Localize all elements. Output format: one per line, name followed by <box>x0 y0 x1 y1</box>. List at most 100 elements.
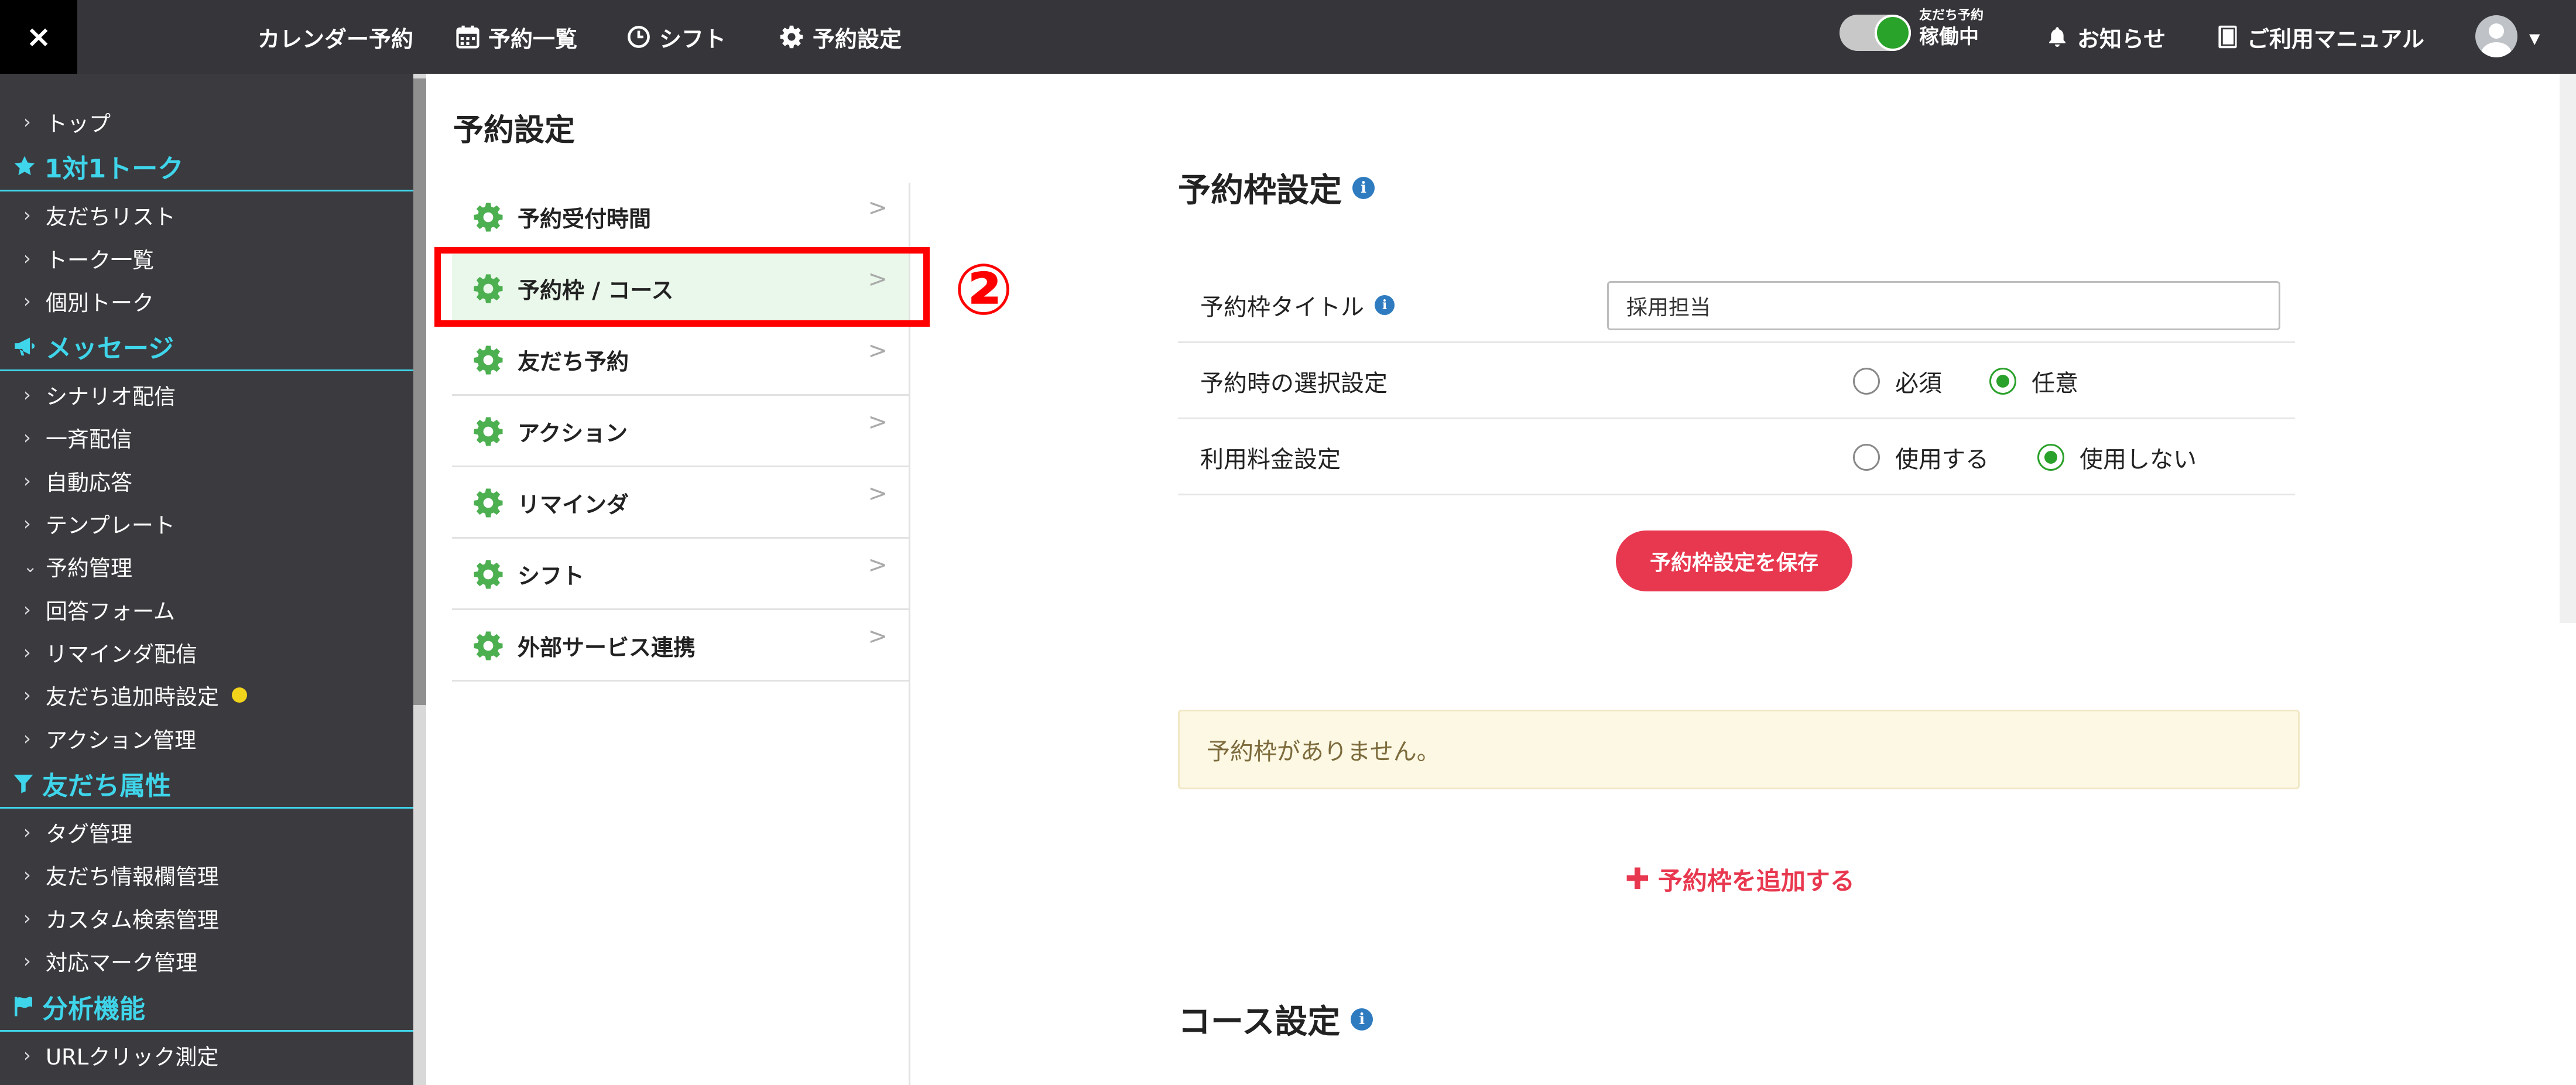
menu-item-reminder[interactable]: リマインダ > <box>452 468 910 539</box>
selection-setting-row: 予約時の選択設定 必須 任意 <box>1178 343 2295 419</box>
sidebar-item-action-management[interactable]: › アクション管理 <box>0 718 413 759</box>
sidebar-item-broadcast[interactable]: › 一斉配信 <box>0 417 413 458</box>
menu-item-label: シフト <box>518 563 585 589</box>
save-slot-settings-button[interactable]: 予約枠設定を保存 <box>1616 530 1852 591</box>
radio-label: 必須 <box>1895 370 1942 397</box>
chevron-right-icon: › <box>23 598 31 621</box>
sidebar-item-label: アクション管理 <box>46 728 197 753</box>
sidebar-item-friend-info-fields[interactable]: › 友だち情報欄管理 <box>0 854 413 895</box>
info-icon[interactable]: i <box>1375 295 1395 315</box>
manual-label: ご利用マニュアル <box>2247 26 2424 52</box>
course-settings-title: コース設定 i <box>1178 995 1373 1043</box>
sidebar-item-scenario[interactable]: › シナリオ配信 <box>0 374 413 415</box>
radio-label: 使用しない <box>2080 446 2197 473</box>
slot-settings-title-text: 予約枠設定 <box>1178 172 1342 210</box>
chevron-down-icon[interactable]: ▼ <box>2529 30 2540 47</box>
sidebar-scrollbar[interactable] <box>413 74 426 1085</box>
chevron-right-icon: > <box>868 552 888 579</box>
radio-optional[interactable]: 任意 <box>1989 343 2078 419</box>
slot-title-input[interactable] <box>1607 281 2280 330</box>
sidebar-item-talk-list[interactable]: › トーク一覧 <box>0 238 413 279</box>
nav-calendar-booking[interactable]: カレンダー予約 <box>258 0 413 74</box>
new-badge <box>232 687 247 703</box>
book-icon <box>2218 25 2237 49</box>
sidebar-item-response-marks[interactable]: › 対応マーク管理 <box>0 940 413 981</box>
user-icon <box>2481 23 2512 57</box>
manual-link[interactable]: ご利用マニュアル <box>2217 0 2424 74</box>
sidebar-item-top[interactable]: › トップ <box>0 101 413 142</box>
sidebar-item-individual-talk[interactable]: › 個別トーク <box>0 280 413 321</box>
info-icon[interactable]: i <box>1351 1008 1373 1031</box>
info-icon[interactable]: i <box>1352 176 1375 199</box>
sidebar-section-title: 友だち属性 <box>42 771 171 801</box>
chevron-right-icon: › <box>23 821 31 843</box>
nav-shift[interactable]: シフト <box>626 0 726 74</box>
gear-icon <box>474 417 503 446</box>
gear-icon <box>474 203 503 231</box>
sidebar-item-reminder[interactable]: › リマインダ配信 <box>0 632 413 673</box>
chevron-right-icon: › <box>23 907 31 929</box>
menu-item-action[interactable]: アクション > <box>452 397 910 467</box>
notifications-link[interactable]: お知らせ <box>2046 0 2166 74</box>
booking-status-caption: 友だち予約 <box>1919 8 1984 23</box>
chevron-right-icon: › <box>23 290 31 312</box>
sidebar-item-friend-list[interactable]: › 友だちリスト <box>0 194 413 235</box>
main-scrollbar[interactable] <box>2560 74 2576 623</box>
radio-circle-unchecked[interactable] <box>1853 368 1880 395</box>
chevron-right-icon: › <box>23 684 31 706</box>
menu-item-label: 外部サービス連携 <box>518 635 696 660</box>
menu-item-shift[interactable]: シフト > <box>452 540 910 610</box>
sidebar-item-custom-search[interactable]: › カスタム検索管理 <box>0 898 413 939</box>
avatar[interactable] <box>2475 15 2517 57</box>
radio-no-fee[interactable]: 使用しない <box>2037 419 2197 495</box>
menu-item-reception-hours[interactable]: 予約受付時間 > <box>452 183 910 253</box>
nav-booking-settings[interactable]: 予約設定 <box>779 0 902 74</box>
nav-booking-list-label: 予約一覧 <box>488 26 578 52</box>
gear-icon <box>780 25 803 49</box>
close-icon: × <box>26 19 52 54</box>
menu-item-label: 予約受付時間 <box>518 206 652 232</box>
chevron-right-icon: › <box>23 426 31 449</box>
nav-booking-settings-label: 予約設定 <box>813 26 902 52</box>
sidebar-item-label: リマインダ配信 <box>46 642 197 667</box>
sidebar-item-label: 一斉配信 <box>46 427 132 452</box>
slot-title-label-text: 予約枠タイトル <box>1200 294 1364 321</box>
empty-slots-notice: 予約枠がありません。 <box>1178 710 2300 789</box>
radio-circle-checked[interactable] <box>1989 368 2016 395</box>
sidebar-item-url-click[interactable]: › URLクリック測定 <box>0 1035 413 1076</box>
sidebar-section-title: 1対1トーク <box>44 153 184 184</box>
radio-label: 任意 <box>2032 370 2078 397</box>
sidebar-section-analytics: 分析機能 <box>0 983 413 1032</box>
sidebar-item-label: カスタム検索管理 <box>46 908 219 933</box>
menu-item-label: アクション <box>518 420 628 446</box>
add-slot-link[interactable]: ✚ 予約枠を追加する <box>1625 858 1855 899</box>
filter-icon <box>13 774 33 793</box>
chevron-down-icon: ⌄ <box>23 556 37 576</box>
menu-item-friend-booking[interactable]: 友だち予約 > <box>452 326 910 396</box>
slot-title-label: 予約枠タイトル i <box>1200 267 1395 343</box>
radio-circle-checked[interactable] <box>2037 444 2064 471</box>
add-slot-label: 予約枠を追加する <box>1657 866 1855 895</box>
sidebar-item-label: シナリオ配信 <box>46 384 176 409</box>
sidebar-item-friend-add-settings[interactable]: › 友だち追加時設定 <box>0 675 413 716</box>
close-button[interactable]: × <box>0 0 77 74</box>
sidebar-item-auto-reply[interactable]: › 自動応答 <box>0 460 413 501</box>
radio-use-fee[interactable]: 使用する <box>1853 419 1989 495</box>
booking-status-toggle[interactable] <box>1839 15 1911 51</box>
sidebar-item-tag-management[interactable]: › タグ管理 <box>0 812 413 853</box>
sidebar-item-template[interactable]: › テンプレート <box>0 503 413 544</box>
booking-status: 友だち予約 稼働中 <box>1919 9 1984 47</box>
sidebar-item-answer-form[interactable]: › 回答フォーム <box>0 589 413 630</box>
nav-booking-list[interactable]: 予約一覧 <box>455 0 577 74</box>
radio-required[interactable]: 必須 <box>1853 343 1942 419</box>
menu-item-external-services[interactable]: 外部サービス連携 > <box>452 611 910 682</box>
sidebar-item-booking-management[interactable]: ⌄ 予約管理 <box>0 546 413 587</box>
sidebar-item-label: 友だちリスト <box>46 204 176 230</box>
radio-circle-unchecked[interactable] <box>1853 444 1880 471</box>
chevron-right-icon: › <box>23 470 31 492</box>
star-icon <box>14 156 35 175</box>
sidebar-item-label: 自動応答 <box>46 470 132 495</box>
sidebar-scrollbar-thumb[interactable] <box>413 78 426 705</box>
booking-status-label: 稼働中 <box>1919 25 1979 49</box>
gear-icon <box>474 631 503 660</box>
